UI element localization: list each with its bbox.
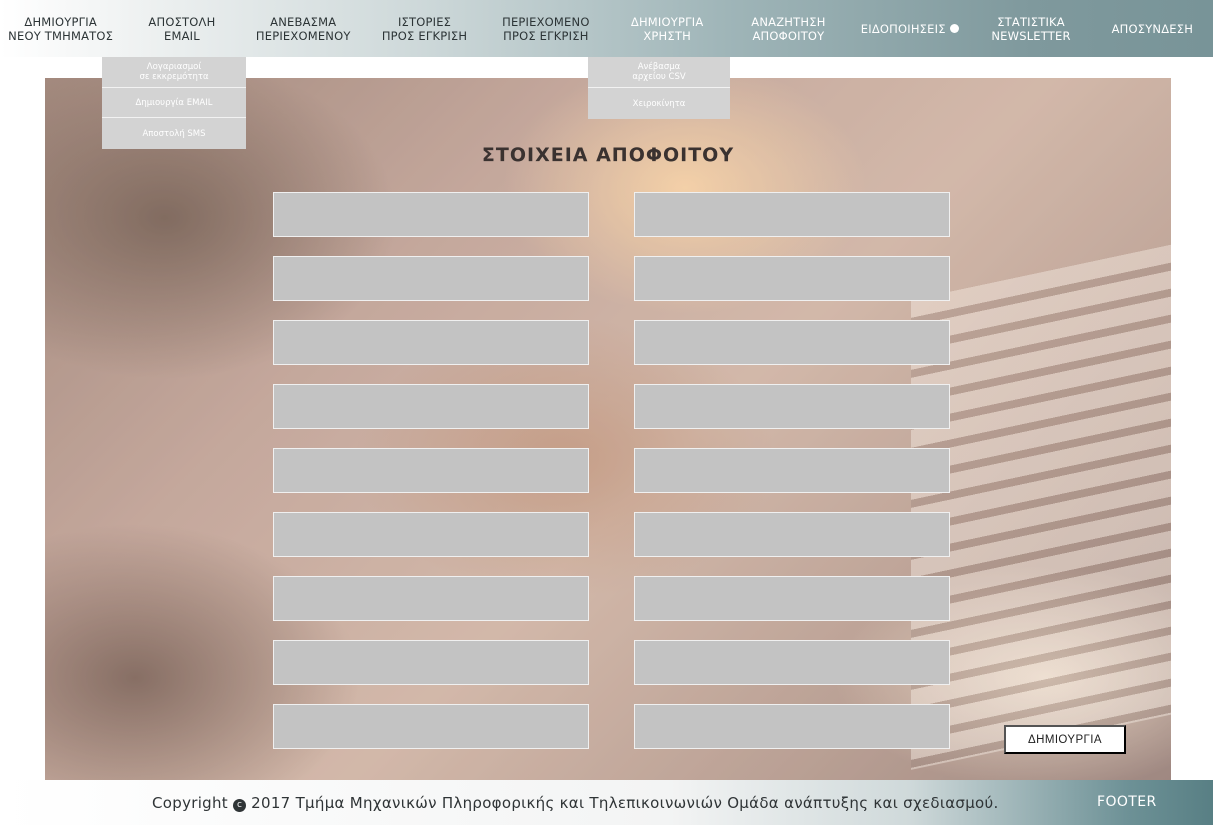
create-button[interactable]: ΔΗΜΙΟΥΡΓΙΑ (1004, 725, 1126, 754)
graduate-field-6[interactable] (634, 320, 950, 365)
graduate-field-3[interactable] (273, 256, 589, 301)
graduate-field-18[interactable] (634, 704, 950, 749)
nav-item-create-user[interactable]: ΔΗΜΙΟΥΡΓΙΑ ΧΡΗΣΤΗ (606, 0, 727, 57)
graduate-field-13[interactable] (273, 576, 589, 621)
nav-item-upload-content[interactable]: ΑΝΕΒΑΣΜΑ ΠΕΡΙΕΧΟΜΕΝΟΥ (243, 0, 364, 57)
nav-item-stories-approval[interactable]: ΙΣΤΟΡΙΕΣ ΠΡΟΣ ΕΓΚΡΙΣΗ (364, 0, 485, 57)
graduate-field-14[interactable] (634, 576, 950, 621)
nav-item-notifications-label: ΕΙΔΟΠΟΙΗΣΕΙΣ (860, 21, 946, 36)
menu-item-create-email[interactable]: Δημιουργία EMAIL (102, 88, 246, 119)
top-navigation: ΔΗΜΙΟΥΡΓΙΑ ΝΕΟΥ ΤΜΗΜΑΤΟΣ ΑΠΟΣΤΟΛΗ EMAIL … (0, 0, 1213, 57)
nav-item-send-email[interactable]: ΑΠΟΣΤΟΛΗ EMAIL (121, 0, 242, 57)
graduate-field-10[interactable] (634, 448, 950, 493)
graduate-field-17[interactable] (273, 704, 589, 749)
keyboard-image (911, 236, 1171, 770)
page-title: ΣΤΟΙΧΕΙΑ ΑΠΟΦΟΙΤΟΥ (481, 144, 735, 166)
graduate-field-9[interactable] (273, 448, 589, 493)
copyright-prefix: Copyright (152, 794, 228, 812)
nav-item-newsletter-stats[interactable]: ΣΤΑΤΙΣΤΙΚΑ NEWSLETTER (970, 0, 1091, 57)
nav-item-notifications[interactable]: ΕΙΔΟΠΟΙΗΣΕΙΣ (849, 0, 970, 57)
graduate-field-5[interactable] (273, 320, 589, 365)
copyright-text: Copyright c 2017 Τμήμα Μηχανικών Πληροφο… (152, 794, 999, 812)
graduate-field-8[interactable] (634, 384, 950, 429)
menu-item-pending-accounts[interactable]: Λογαριασμοί σε εκκρεμότητα (102, 57, 246, 88)
footer: Copyright c 2017 Τμήμα Μηχανικών Πληροφο… (0, 780, 1213, 825)
graduate-field-7[interactable] (273, 384, 589, 429)
graduate-field-4[interactable] (634, 256, 950, 301)
graduate-field-12[interactable] (634, 512, 950, 557)
copyright-body: 2017 Τμήμα Μηχανικών Πληροφορικής και Τη… (251, 794, 999, 812)
graduate-field-15[interactable] (273, 640, 589, 685)
graduate-field-16[interactable] (634, 640, 950, 685)
graduate-field-1[interactable] (273, 192, 589, 237)
nav-item-logout[interactable]: ΑΠΟΣΥΝΔΕΣΗ (1092, 0, 1213, 57)
send-email-dropdown: Λογαριασμοί σε εκκρεμότητα Δημιουργία EM… (102, 57, 246, 150)
graduate-field-11[interactable] (273, 512, 589, 557)
nav-item-create-department[interactable]: ΔΗΜΙΟΥΡΓΙΑ ΝΕΟΥ ΤΜΗΜΑΤΟΣ (0, 0, 121, 57)
menu-item-manual[interactable]: Χειροκίνητα (588, 88, 730, 119)
nav-item-content-approval[interactable]: ΠΕΡΙΕΧΟΜΕΝΟ ΠΡΟΣ ΕΓΚΡΙΣΗ (485, 0, 606, 57)
notification-dot-icon (949, 24, 959, 33)
footer-label: FOOTER (1097, 794, 1157, 810)
copyright-icon: c (233, 799, 247, 812)
nav-item-search-graduate[interactable]: ΑΝΑΖΗΤΗΣΗ ΑΠΟΦΟΙΤΟΥ (728, 0, 849, 57)
menu-item-upload-csv[interactable]: Ανέβασμα αρχείου CSV (588, 57, 730, 88)
create-user-dropdown: Ανέβασμα αρχείου CSV Χειροκίνητα (588, 57, 730, 119)
graduate-field-2[interactable] (634, 192, 950, 237)
form-background-image: ΣΤΟΙΧΕΙΑ ΑΠΟΦΟΙΤΟΥ ΔΗΜΙΟΥΡΓΙΑ (45, 78, 1171, 780)
